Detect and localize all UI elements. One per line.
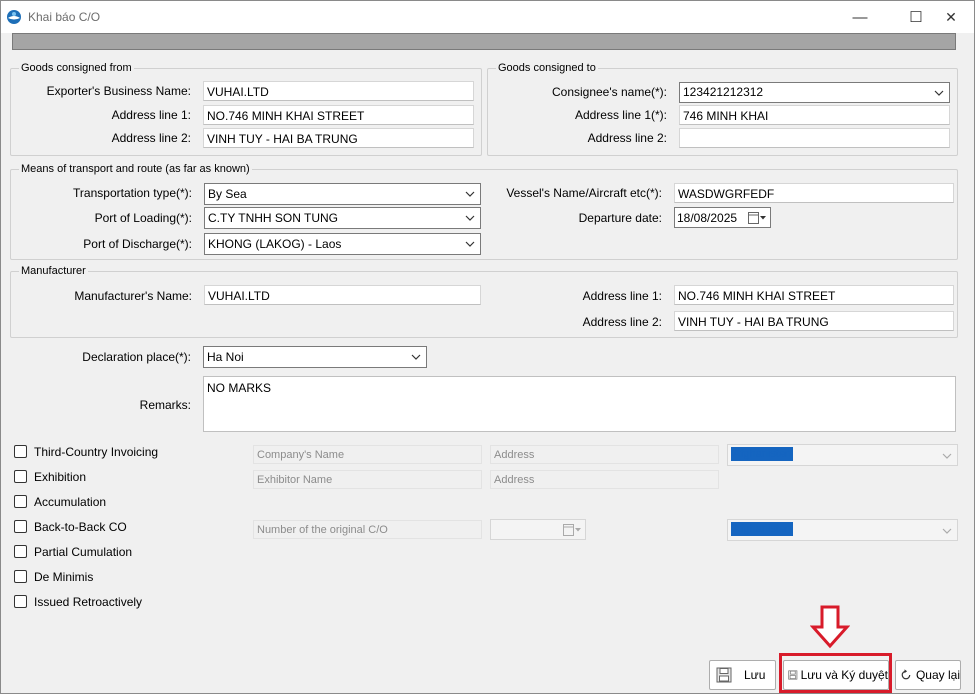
floppy-disk-icon	[716, 667, 732, 683]
transport-type-value: By Sea	[208, 187, 247, 201]
group-legend: Manufacturer	[19, 264, 88, 278]
exhibitor-address-field[interactable]: Address	[490, 470, 719, 489]
calendar-icon	[563, 524, 581, 536]
issued-retroactively-checkbox[interactable]	[14, 595, 27, 608]
consignee-select[interactable]: 123421212312	[679, 82, 950, 103]
chevron-down-icon	[942, 453, 952, 459]
vessel-label: Vessel's Name/Aircraft etc(*):	[506, 186, 662, 200]
original-co-number-field[interactable]: Number of the original C/O	[253, 520, 482, 539]
to-address1-label: Address line 1(*):	[574, 108, 667, 122]
group-legend: Means of transport and route (as far as …	[19, 162, 252, 176]
port-loading-select[interactable]: C.TY TNHH SON TUNG	[204, 207, 481, 229]
consignee-value: 123421212312	[683, 85, 764, 99]
transport-type-select[interactable]: By Sea	[204, 183, 481, 205]
group-legend: Goods consigned from	[19, 61, 134, 75]
consignee-label: Consignee's name(*):	[551, 85, 667, 99]
back-to-back-co-checkbox[interactable]	[14, 520, 27, 533]
departure-date-value: 18/08/2025	[677, 211, 738, 225]
option-label: Issued Retroactively	[34, 595, 143, 609]
co-declaration-window: Khai báo C/O — ☐ ✕ Goods consigned from …	[0, 0, 975, 694]
from-address2-field[interactable]: VINH TUY - HAI BA TRUNG	[203, 128, 474, 148]
original-co-date-picker[interactable]	[490, 519, 586, 540]
exhibition-checkbox[interactable]	[14, 470, 27, 483]
chevron-down-icon	[411, 354, 421, 360]
vessel-name-field[interactable]: WASDWGRFEDF	[674, 183, 954, 203]
exhibitor-name-field[interactable]: Exhibitor Name	[253, 470, 482, 489]
port-discharge-label: Port of Discharge(*):	[83, 237, 192, 251]
group-legend: Goods consigned to	[496, 61, 598, 75]
calendar-icon[interactable]	[748, 212, 766, 224]
manufacturer-name-field[interactable]: VUHAI.LTD	[204, 285, 481, 305]
country-select[interactable]: Afghanistan	[727, 444, 958, 466]
de-minimis-checkbox[interactable]	[14, 570, 27, 583]
from-address1-field[interactable]: NO.746 MINH KHAI STREET	[203, 105, 474, 125]
from-address1-label: Address line 1:	[111, 108, 191, 122]
chevron-down-icon	[465, 191, 475, 197]
manufacturer-name-label: Manufacturer's Name:	[74, 289, 192, 303]
to-address2-field[interactable]	[679, 128, 950, 148]
third-country-invoicing-checkbox[interactable]	[14, 445, 27, 458]
option-label: Back-to-Back CO	[34, 520, 127, 534]
save-button[interactable]: Lưu	[709, 660, 776, 690]
departure-date-picker[interactable]: 18/08/2025	[674, 207, 771, 228]
declaration-place-select[interactable]: Ha Noi	[203, 346, 427, 368]
port-loading-value: C.TY TNHH SON TUNG	[208, 211, 339, 225]
save-button-label: Lưu	[744, 668, 766, 682]
port-discharge-value: KHONG (LAKOG) - Laos	[208, 237, 342, 251]
to-address1-field[interactable]: 746 MINH KHAI	[679, 105, 950, 125]
highlight-box	[779, 653, 892, 693]
down-arrow-annotation-icon	[810, 605, 850, 649]
chevron-down-icon	[465, 215, 475, 221]
minimize-button[interactable]: —	[837, 1, 883, 33]
chevron-down-icon	[465, 241, 475, 247]
port-discharge-select[interactable]: KHONG (LAKOG) - Laos	[204, 233, 481, 255]
mfr-address1-label: Address line 1:	[582, 289, 662, 303]
company-address-field[interactable]: Address	[490, 445, 719, 464]
title-bar: Khai báo C/O — ☐ ✕	[1, 1, 974, 33]
mfr-address2-field[interactable]: VINH TUY - HAI BA TRUNG	[674, 311, 954, 331]
departure-date-label: Departure date:	[578, 211, 662, 225]
mfr-address1-field[interactable]: NO.746 MINH KHAI STREET	[674, 285, 954, 305]
top-info-bar	[12, 33, 956, 50]
exporter-label: Exporter's Business Name:	[46, 84, 191, 98]
close-button[interactable]: ✕	[928, 1, 974, 33]
option-label: Exhibition	[34, 470, 87, 484]
option-label: Third-Country Invoicing	[34, 445, 159, 459]
back-button-label: Quay lại	[915, 668, 960, 682]
port-loading-label: Port of Loading(*):	[94, 211, 192, 225]
chevron-down-icon	[934, 90, 944, 96]
to-address2-label: Address line 2:	[587, 131, 667, 145]
original-country-select[interactable]: Afghanistan	[727, 519, 958, 541]
back-button[interactable]: Quay lại	[895, 660, 961, 690]
exporter-name-field[interactable]: VUHAI.LTD	[203, 81, 474, 101]
country-value: Afghanistan	[731, 522, 794, 536]
mfr-address2-label: Address line 2:	[582, 315, 662, 329]
remarks-textarea[interactable]: NO MARKS	[203, 376, 956, 432]
remarks-label: Remarks:	[139, 398, 191, 412]
option-label: De Minimis	[34, 570, 94, 584]
option-label: Accumulation	[34, 495, 107, 509]
company-name-field[interactable]: Company's Name	[253, 445, 482, 464]
declaration-place-label: Declaration place(*):	[82, 350, 191, 364]
from-address2-label: Address line 2:	[111, 131, 191, 145]
declaration-place-value: Ha Noi	[207, 350, 244, 364]
accumulation-checkbox[interactable]	[14, 495, 27, 508]
country-value: Afghanistan	[731, 447, 794, 461]
window-title: Khai báo C/O	[28, 10, 101, 24]
chevron-down-icon	[942, 528, 952, 534]
app-icon	[7, 10, 21, 24]
transport-type-label: Transportation type(*):	[73, 186, 192, 200]
refresh-icon	[901, 669, 911, 680]
partial-cumulation-checkbox[interactable]	[14, 545, 27, 558]
option-label: Partial Cumulation	[34, 545, 133, 559]
